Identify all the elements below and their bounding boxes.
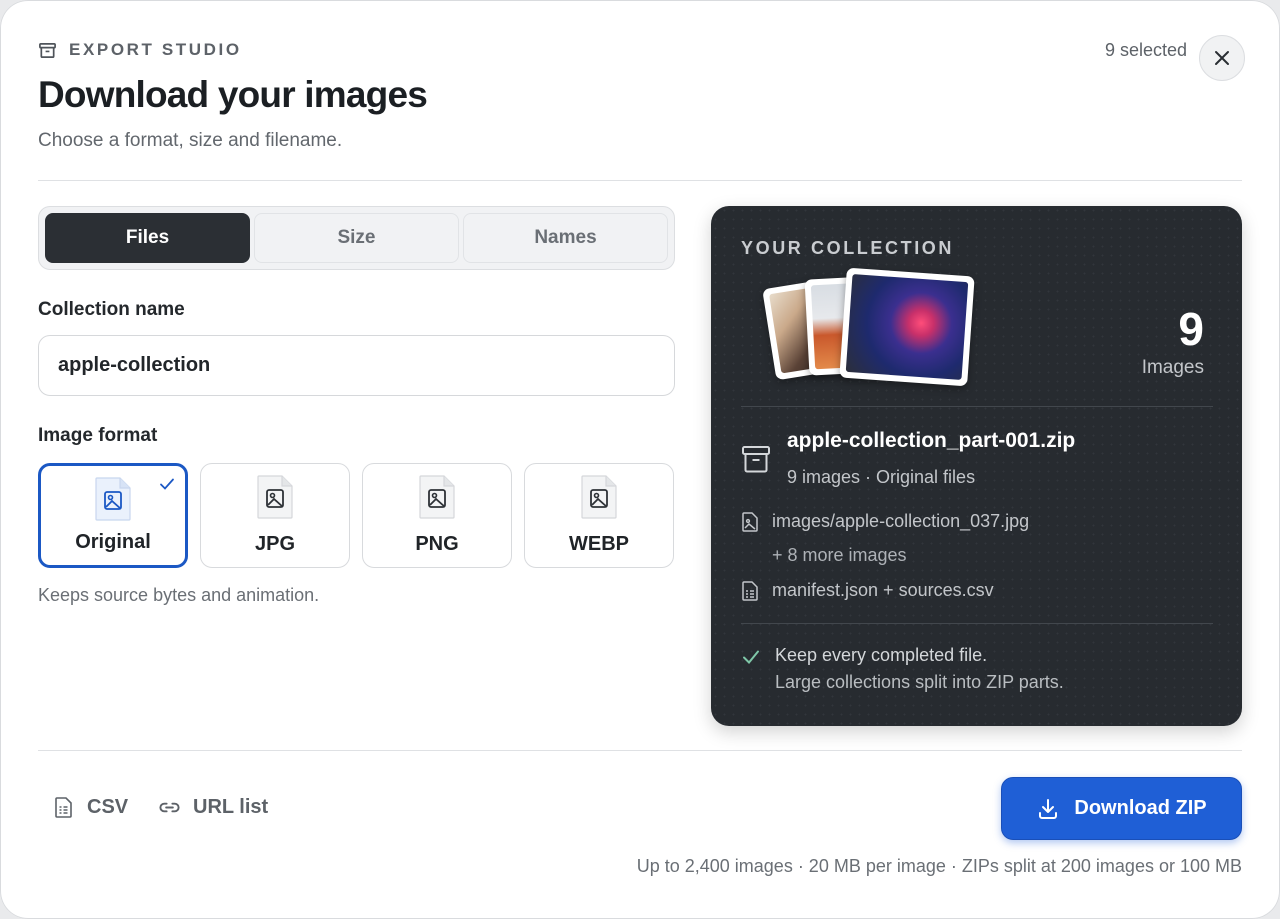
format-option-jpg[interactable]: JPG [200,463,350,568]
tab-size[interactable]: Size [254,213,459,263]
format-label: PNG [415,533,459,555]
format-option-png[interactable]: PNG [362,463,512,568]
archive-icon [742,446,770,473]
check-icon [160,478,174,490]
panel-divider [741,406,1213,407]
export-limits-text: Up to 2,400 images · 20 MB per image · Z… [636,856,1242,876]
check-icon [743,650,759,664]
collection-name-input[interactable] [38,335,675,396]
format-option-webp[interactable]: WEBP [524,463,674,568]
image-file-icon [419,475,455,519]
image-file-icon [742,511,758,532]
format-label: Original [75,531,151,553]
image-format-label: Image format [38,425,158,446]
export-dialog: EXPORT STUDIO Download your images Choos… [0,0,1280,919]
image-count-label: Images [1141,357,1204,378]
image-file-icon [581,475,617,519]
page-title: Download your images [38,74,428,115]
spreadsheet-file-icon [55,797,72,818]
more-images-text: + 8 more images [772,545,907,565]
zip-content-manifest-name: manifest.json + sources.csv [772,580,994,600]
tab-bar: Files Size Names [38,206,675,270]
format-label: WEBP [569,533,629,555]
collection-summary-panel: YOUR COLLECTION 9 Images apple-collectio… [711,206,1242,726]
preview-thumbnail [839,267,975,387]
note-keep-files: Keep every completed file. [775,645,988,665]
format-hint: Keeps source bytes and animation. [38,585,320,605]
close-icon [1215,51,1229,65]
eyebrow-text: EXPORT STUDIO [69,40,242,59]
download-label: Download ZIP [1074,797,1207,819]
image-count: 9 [1178,303,1204,355]
download-zip-button[interactable]: Download ZIP [1001,777,1242,840]
close-button[interactable] [1199,35,1245,81]
footer-divider [38,750,1242,751]
link-icon [159,802,180,813]
csv-export-link[interactable]: CSV [52,796,128,819]
header-divider [38,180,1242,181]
format-label: JPG [254,533,296,555]
zip-content-image: images/apple-collection_037.jpg [741,511,1029,532]
url-list-label: URL list [193,796,269,818]
zip-content-manifest: manifest.json + sources.csv [741,580,994,601]
zip-content-image-name: images/apple-collection_037.jpg [772,511,1030,531]
archive-icon [39,42,56,58]
page-subtitle: Choose a format, size and filename. [38,130,343,151]
csv-label: CSV [87,796,129,818]
panel-eyebrow: YOUR COLLECTION [741,238,954,258]
selected-count: 9 selected [1104,40,1187,60]
format-option-original[interactable]: Original [38,463,188,568]
zip-file-meta: 9 images · Original files [787,467,976,487]
dialog-eyebrow: EXPORT STUDIO [38,40,242,60]
tab-names[interactable]: Names [463,213,668,263]
url-list-link[interactable]: URL list [158,796,268,819]
image-file-icon [257,475,293,519]
tab-files[interactable]: Files [45,213,250,263]
document-icon [742,580,758,601]
download-icon [1039,798,1058,819]
note-split-zip: Large collections split into ZIP parts. [775,672,1064,692]
collection-name-label: Collection name [38,299,185,320]
image-file-icon [95,477,131,521]
zip-file-name: apple-collection_part-001.zip [787,429,1076,452]
panel-divider [741,623,1213,624]
format-options: Original JPG PNG WEBP [38,463,674,568]
image-preview-stack [762,266,978,391]
